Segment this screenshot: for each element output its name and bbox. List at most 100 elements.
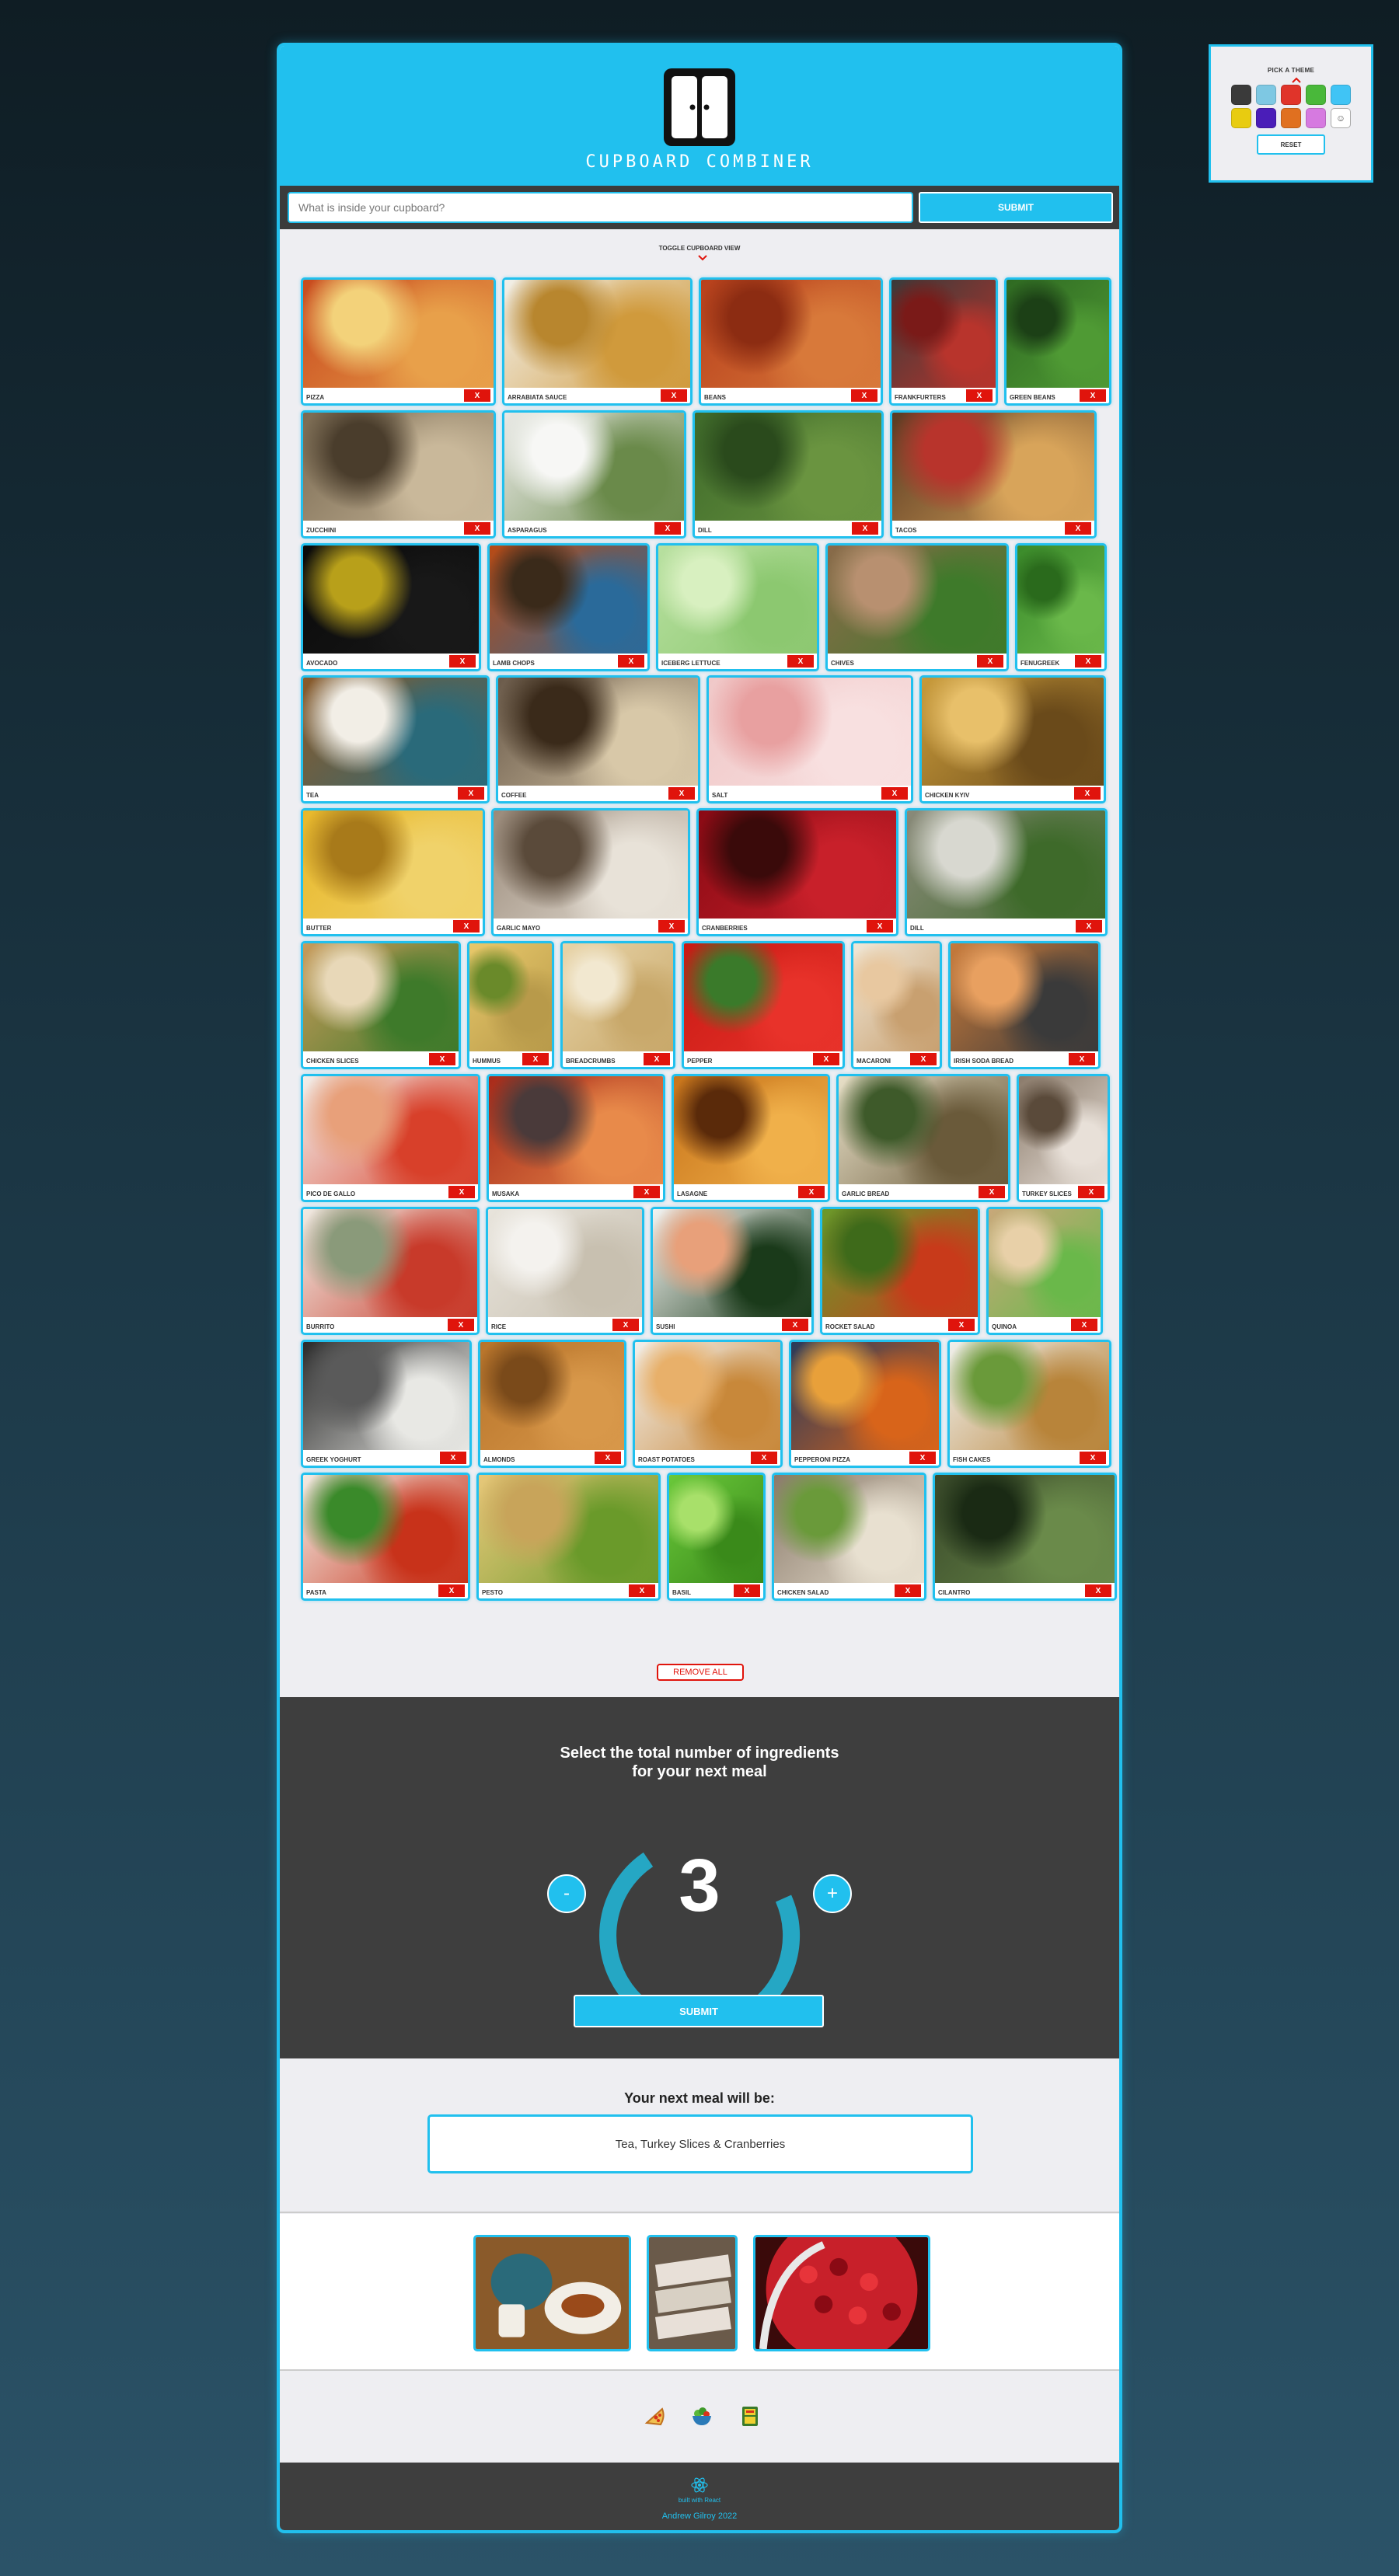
ingredient-label: CRANBERRIES — [702, 925, 748, 932]
remove-ingredient-button[interactable]: X — [895, 1584, 921, 1597]
remove-ingredient-button[interactable]: X — [448, 1186, 475, 1198]
ingredient-card: CHICKEN SALAD X — [772, 1473, 926, 1601]
ingredient-card: TACOS X — [890, 410, 1097, 539]
remove-ingredient-button[interactable]: X — [948, 1319, 975, 1331]
ingredient-photo — [674, 1076, 828, 1184]
remove-ingredient-button[interactable]: X — [429, 1053, 455, 1065]
remove-ingredient-button[interactable]: X — [798, 1186, 825, 1198]
remove-ingredient-button[interactable]: X — [440, 1452, 466, 1464]
toggle-cupboard-view[interactable]: TOGGLE CUPBOARD VIEW — [280, 245, 1119, 252]
theme-swatches: ☺ — [1231, 85, 1351, 128]
theme-swatch-5[interactable] — [1331, 85, 1351, 105]
remove-ingredient-button[interactable]: X — [661, 389, 687, 402]
search-input[interactable] — [288, 192, 913, 223]
remove-ingredient-button[interactable]: X — [522, 1053, 549, 1065]
remove-ingredient-button[interactable]: X — [448, 1319, 474, 1331]
remove-ingredient-button[interactable]: X — [1076, 920, 1102, 932]
remove-ingredient-button[interactable]: X — [458, 787, 484, 800]
remove-ingredient-button[interactable]: X — [595, 1452, 621, 1464]
chevron-down-icon[interactable] — [697, 254, 708, 262]
theme-swatch-1[interactable] — [1231, 85, 1251, 105]
remove-ingredient-button[interactable]: X — [654, 522, 681, 535]
ingredient-label: ARRABIATA SAUCE — [508, 394, 567, 401]
ingredient-photo — [709, 678, 911, 786]
ingredient-photo — [774, 1475, 924, 1583]
remove-ingredient-button[interactable]: X — [633, 1186, 660, 1198]
remove-ingredient-button[interactable]: X — [782, 1319, 808, 1331]
remove-ingredient-button[interactable]: X — [1078, 1186, 1104, 1198]
remove-ingredient-button[interactable]: X — [787, 655, 814, 668]
remove-ingredient-button[interactable]: X — [966, 389, 993, 402]
remove-ingredient-button[interactable]: X — [1071, 1319, 1097, 1331]
theme-reset-button[interactable]: RESET — [1257, 134, 1325, 155]
remove-ingredient-button[interactable]: X — [852, 522, 878, 535]
ingredient-photo — [791, 1342, 939, 1450]
header: CUPBOARD COMBINER — [280, 46, 1119, 186]
theme-swatch-3[interactable] — [1281, 85, 1301, 105]
remove-ingredient-button[interactable]: X — [1065, 522, 1091, 535]
theme-swatch-2[interactable] — [1256, 85, 1276, 105]
remove-ingredient-button[interactable]: X — [977, 655, 1003, 668]
decrement-button[interactable]: - — [547, 1874, 586, 1913]
ingredient-card: CILANTRO X — [933, 1473, 1117, 1601]
result-title: Your next meal will be: — [624, 2090, 775, 2106]
remove-ingredient-button[interactable]: X — [668, 787, 695, 800]
remove-ingredient-button[interactable]: X — [658, 920, 685, 932]
ingredient-photo — [488, 1209, 642, 1317]
search-submit-button[interactable]: SUBMIT — [919, 192, 1113, 223]
ingredient-card: GARLIC MAYO X — [491, 808, 690, 936]
remove-ingredient-button[interactable]: X — [867, 920, 893, 932]
remove-ingredient-button[interactable]: X — [1074, 787, 1101, 800]
theme-swatch-8[interactable] — [1281, 108, 1301, 128]
remove-ingredient-button[interactable]: X — [1080, 389, 1106, 402]
ingredient-photo — [303, 943, 459, 1051]
ingredient-card: MACARONI X — [851, 941, 942, 1069]
counter-title: Select the total number of ingredients f… — [280, 1744, 1119, 1781]
ingredient-photo — [303, 678, 487, 786]
ingredient-card: PESTO X — [476, 1473, 661, 1601]
theme-swatch-7[interactable] — [1256, 108, 1276, 128]
remove-ingredient-button[interactable]: X — [1085, 1584, 1111, 1597]
remove-ingredient-button[interactable]: X — [1075, 655, 1101, 668]
remove-ingredient-button[interactable]: X — [644, 1053, 670, 1065]
remove-ingredient-button[interactable]: X — [734, 1584, 760, 1597]
counter-title-line1: Select the total number of ingredients — [560, 1745, 839, 1762]
ingredient-card: LASAGNE X — [672, 1074, 830, 1202]
remove-ingredient-button[interactable]: X — [909, 1452, 936, 1464]
salad-bowl-icon — [693, 2407, 711, 2425]
remove-ingredient-button[interactable]: X — [453, 920, 480, 932]
remove-ingredient-button[interactable]: X — [881, 787, 908, 800]
app-container: CUPBOARD COMBINER SUBMIT TOGGLE CUPBOARD… — [277, 43, 1122, 2533]
remove-ingredient-button[interactable]: X — [1069, 1053, 1095, 1065]
cupboard-icon — [742, 2407, 758, 2426]
theme-swatch-4[interactable] — [1306, 85, 1326, 105]
remove-ingredient-button[interactable]: X — [910, 1053, 937, 1065]
author-link[interactable]: Andrew Gilroy 2022 — [280, 2512, 1119, 2521]
remove-ingredient-button[interactable]: X — [751, 1452, 777, 1464]
remove-ingredient-button[interactable]: X — [979, 1186, 1005, 1198]
count-submit-button[interactable]: SUBMIT — [574, 1995, 824, 2027]
ingredient-label: CHIVES — [831, 660, 854, 667]
theme-swatch-6[interactable] — [1231, 108, 1251, 128]
remove-ingredient-button[interactable]: X — [438, 1584, 465, 1597]
ingredient-label: CILANTRO — [938, 1589, 971, 1596]
ingredient-label: MUSAKA — [492, 1190, 520, 1197]
remove-ingredient-button[interactable]: X — [449, 655, 476, 668]
remove-ingredient-button[interactable]: X — [1080, 1452, 1106, 1464]
remove-ingredient-button[interactable]: X — [629, 1584, 655, 1597]
remove-ingredient-button[interactable]: X — [464, 522, 490, 535]
remove-ingredient-button[interactable]: X — [612, 1319, 639, 1331]
theme-swatch-9[interactable] — [1306, 108, 1326, 128]
ingredient-card: QUINOA X — [986, 1207, 1103, 1335]
increment-button[interactable]: + — [813, 1874, 852, 1913]
count-value: 3 — [679, 1844, 720, 1927]
remove-ingredient-button[interactable]: X — [464, 389, 490, 402]
theme-swatch-custom[interactable]: ☺ — [1331, 108, 1351, 128]
remove-ingredient-button[interactable]: X — [618, 655, 644, 668]
ingredient-label: PICO DE GALLO — [306, 1190, 356, 1197]
remove-all-button[interactable]: REMOVE ALL — [657, 1664, 744, 1681]
remove-ingredient-button[interactable]: X — [851, 389, 877, 402]
remove-ingredient-button[interactable]: X — [813, 1053, 839, 1065]
ingredient-card: COFFEE X — [496, 675, 700, 803]
ingredient-label: TURKEY SLICES — [1022, 1190, 1072, 1197]
